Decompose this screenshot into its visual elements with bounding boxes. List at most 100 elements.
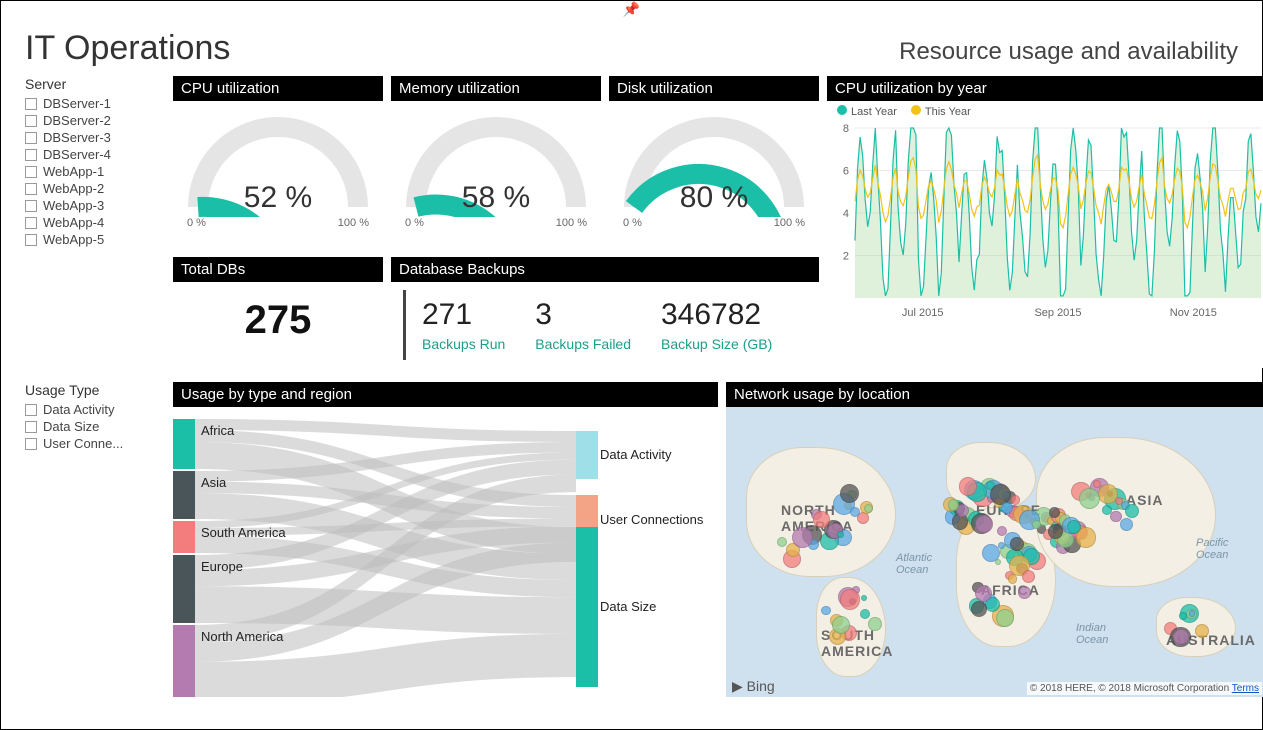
checkbox-icon: [25, 438, 37, 450]
terms-link[interactable]: Terms: [1232, 683, 1259, 694]
backup-metric-value: 3: [535, 298, 631, 332]
map-attribution: © 2018 HERE, © 2018 Microsoft Corporatio…: [1027, 682, 1262, 695]
cpu-by-year-legend: Last Year This Year: [827, 101, 1263, 122]
map-bubble: [1125, 504, 1139, 518]
map-bubble: [948, 499, 959, 510]
map-title: Network usage by location: [726, 382, 1263, 407]
svg-text:Data Size: Data Size: [600, 599, 656, 614]
usage-type-option[interactable]: Data Size: [25, 419, 165, 434]
server-option[interactable]: WebApp-3: [25, 198, 165, 213]
map-tile[interactable]: Network usage by location NORTHAMERICASO…: [726, 382, 1263, 697]
bing-logo: ▶ Bing: [732, 678, 775, 695]
backup-metric-value: 271: [422, 298, 505, 332]
svg-text:Data Activity: Data Activity: [600, 447, 672, 462]
map-bubble: [1032, 520, 1040, 528]
map-bubble: [850, 507, 860, 517]
pin-icon[interactable]: 📌: [623, 1, 640, 17]
svg-text:Sep 2015: Sep 2015: [1034, 307, 1081, 319]
map-bubble: [868, 617, 882, 631]
map-bubble: [1195, 624, 1209, 638]
cpu-by-year-tile[interactable]: CPU utilization by year Last Year This Y…: [827, 76, 1263, 368]
option-label: WebApp-3: [43, 198, 104, 213]
svg-text:Asia: Asia: [201, 475, 227, 490]
option-label: WebApp-4: [43, 215, 104, 230]
disk-gauge-max: 100 %: [774, 217, 805, 229]
server-option[interactable]: DBServer-4: [25, 147, 165, 162]
svg-text:Jul 2015: Jul 2015: [902, 307, 944, 319]
cpu-gauge-title: CPU utilization: [173, 76, 383, 101]
map[interactable]: NORTHAMERICASOUTHAMERICAEUROPEAFRICAASIA…: [726, 407, 1263, 697]
map-bubble: [975, 515, 993, 533]
map-bubble: [1115, 497, 1123, 505]
svg-text:North America: North America: [201, 629, 284, 644]
ocean-label: PacificOcean: [1196, 537, 1228, 561]
checkbox-icon: [25, 183, 37, 195]
checkbox-icon: [25, 200, 37, 212]
svg-text:Africa: Africa: [201, 423, 235, 438]
backup-metric-value: 346782: [661, 298, 772, 332]
checkbox-icon: [25, 132, 37, 144]
sankey-tile[interactable]: Usage by type and region Africa Asia South…: [173, 382, 718, 697]
server-option[interactable]: WebApp-1: [25, 164, 165, 179]
map-bubble: [975, 585, 992, 602]
usage-type-slicer-title: Usage Type: [25, 382, 165, 398]
memory-gauge-title: Memory utilization: [391, 76, 601, 101]
backup-metric-label: Backup Size (GB): [661, 336, 772, 352]
server-option[interactable]: DBServer-1: [25, 96, 165, 111]
server-slicer[interactable]: Server DBServer-1 DBServer-2 DBServer-3 DBS…: [25, 76, 165, 249]
map-bubble: [1049, 507, 1059, 517]
map-bubble: [864, 504, 873, 513]
svg-text:Europe: Europe: [201, 559, 243, 574]
svg-text:8: 8: [843, 123, 849, 135]
backup-metric-label: Backups Run: [422, 336, 505, 352]
svg-text:Nov 2015: Nov 2015: [1170, 307, 1217, 319]
map-bubble: [1018, 586, 1030, 598]
map-bubble: [1179, 612, 1187, 620]
cpu-gauge-min: 0 %: [187, 217, 206, 229]
usage-type-slicer[interactable]: Usage Type Data Activity Data Size User Co…: [25, 382, 165, 697]
svg-text:User Connections: User Connections: [600, 512, 704, 527]
map-bubble: [1067, 520, 1081, 534]
map-bubble: [861, 595, 867, 601]
page-subtitle: Resource usage and availability: [899, 38, 1238, 66]
server-option[interactable]: DBServer-3: [25, 130, 165, 145]
backup-metric: 3 Backups Failed: [535, 298, 631, 352]
usage-type-option[interactable]: Data Activity: [25, 402, 165, 417]
server-slicer-title: Server: [25, 76, 165, 92]
option-label: Data Size: [43, 419, 99, 434]
option-label: DBServer-2: [43, 113, 111, 128]
db-backups-tile[interactable]: Database Backups 271Backups Run3Backups …: [391, 257, 819, 368]
map-bubble: [1048, 524, 1063, 539]
disk-gauge-tile[interactable]: Disk utilization 80 % 80 % 0 % 100 %: [609, 76, 819, 249]
map-bubble: [996, 609, 1014, 627]
sankey-chart: Africa Asia South America Europe North Ameri…: [173, 407, 718, 697]
server-option[interactable]: WebApp-4: [25, 215, 165, 230]
server-option[interactable]: WebApp-5: [25, 232, 165, 247]
svg-text:South America: South America: [201, 525, 286, 540]
memory-gauge-min: 0 %: [405, 217, 424, 229]
map-bubble: [1008, 574, 1018, 584]
total-dbs-tile[interactable]: Total DBs 275: [173, 257, 383, 368]
disk-gauge-min: 0 %: [623, 217, 642, 229]
sankey-title: Usage by type and region: [173, 382, 718, 407]
cpu-gauge-max: 100 %: [338, 217, 369, 229]
cpu-gauge-tile[interactable]: CPU utilization 70 % 52 % 0 % 100 %: [173, 76, 383, 249]
option-label: DBServer-3: [43, 130, 111, 145]
map-bubble: [792, 527, 813, 548]
memory-gauge-tile[interactable]: Memory utilization 80 % 58 % 0 % 100 %: [391, 76, 601, 249]
backup-metric-label: Backups Failed: [535, 336, 631, 352]
map-bubble: [959, 477, 978, 496]
checkbox-icon: [25, 115, 37, 127]
backup-metric: 271 Backups Run: [422, 298, 505, 352]
backup-metric: 346782 Backup Size (GB): [661, 298, 772, 352]
map-bubble: [1079, 488, 1100, 509]
server-option[interactable]: WebApp-2: [25, 181, 165, 196]
ocean-label: IndianOcean: [1076, 622, 1108, 646]
option-label: DBServer-4: [43, 147, 111, 162]
server-option[interactable]: DBServer-2: [25, 113, 165, 128]
option-label: User Conne...: [43, 436, 123, 451]
usage-type-option[interactable]: User Conne...: [25, 436, 165, 451]
option-label: Data Activity: [43, 402, 115, 417]
svg-text:4: 4: [843, 208, 849, 220]
option-label: WebApp-1: [43, 164, 104, 179]
